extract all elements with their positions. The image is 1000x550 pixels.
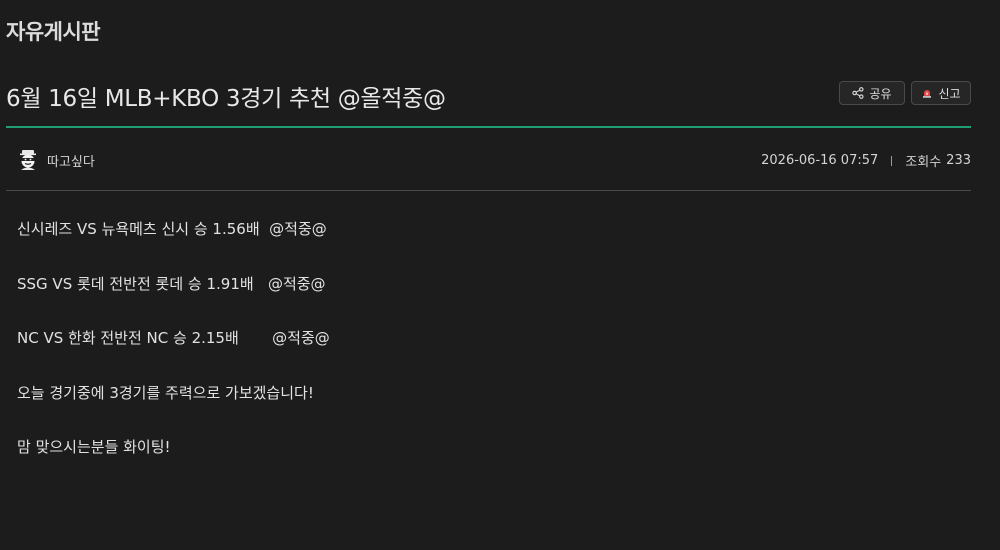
views-label: 조회수 xyxy=(905,155,942,170)
author-name[interactable]: 따고싶다 xyxy=(47,151,95,170)
meta-separator xyxy=(891,155,893,166)
body-line: 맘 맞으시는분들 화이팅! xyxy=(17,438,171,456)
share-button[interactable]: 공유 xyxy=(839,81,905,105)
body-line: 오늘 경기중에 3경기를 주력으로 가보겠습니다! xyxy=(17,383,314,402)
post-title: 6월 16일 MLB+KBO 3경기 추천 @올적중@ xyxy=(6,86,446,112)
post-meta: 따고싶다 2026-06-16 07:57 조회수 233 xyxy=(6,140,971,180)
post-datetime: 2026-06-16 07:57 xyxy=(761,153,879,168)
board-title: 자유게시판 xyxy=(6,20,101,44)
body-line: NC VS 한화 전반전 NC 승 2.15배 @적중@ xyxy=(17,329,330,347)
post-body: 신시레즈 VS 뉴욕메츠 신시 승 1.56배 @적중@ SSG VS 롯데 전… xyxy=(17,219,957,457)
views-count: 233 xyxy=(946,153,971,168)
share-label: 공유 xyxy=(869,86,892,101)
bandit-avatar-icon[interactable] xyxy=(18,149,38,171)
post-page: 자유게시판 6월 16일 MLB+KBO 3경기 추천 @올적중@ 공유 신고 xyxy=(0,0,1000,550)
report-button[interactable]: 신고 xyxy=(911,81,971,105)
siren-icon xyxy=(921,87,933,99)
body-line: SSG VS 롯데 전반전 롯데 승 1.91배 @적중@ xyxy=(17,274,326,293)
meta-divider xyxy=(6,190,971,191)
title-divider xyxy=(6,126,971,128)
body-line: 신시레즈 VS 뉴욕메츠 신시 승 1.56배 @적중@ xyxy=(17,220,327,238)
share-icon xyxy=(852,87,865,99)
report-label: 신고 xyxy=(938,86,961,101)
post-stats: 2026-06-16 07:57 조회수 233 xyxy=(761,151,971,170)
